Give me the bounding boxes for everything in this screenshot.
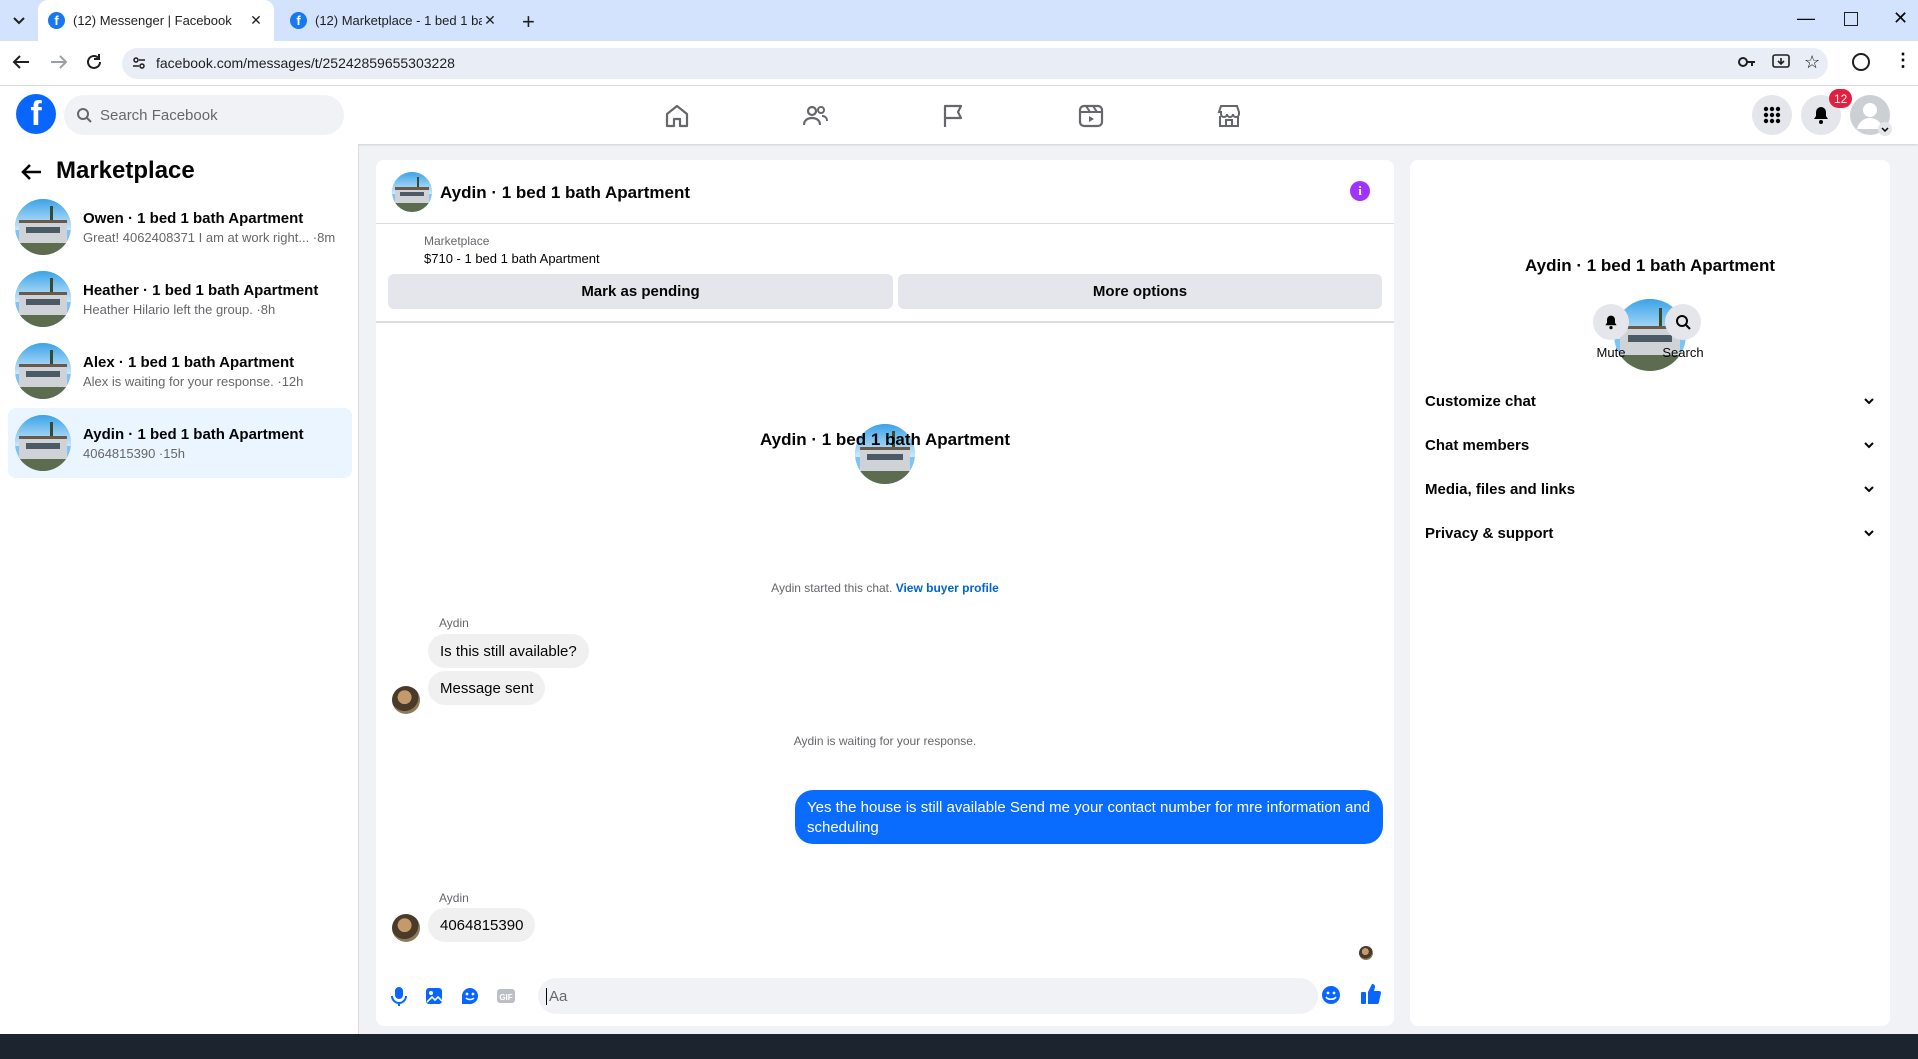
message-input[interactable]: Aa xyxy=(538,978,1318,1014)
search-label: Search xyxy=(1662,345,1704,360)
back-icon[interactable] xyxy=(12,54,30,70)
video-icon[interactable] xyxy=(1077,102,1105,130)
chat-listing-thumbnail[interactable] xyxy=(392,172,432,212)
listing-price[interactable]: $710 - 1 bed 1 bath Apartment xyxy=(424,251,600,266)
incoming-message[interactable]: 4064815390 xyxy=(428,908,536,942)
conversation-item-selected[interactable]: Aydin · 1 bed 1 bath Apartment 4064815390… xyxy=(8,408,352,478)
minimize-icon[interactable]: — xyxy=(1797,8,1815,29)
pages-flag-icon[interactable] xyxy=(939,102,967,130)
search-icon xyxy=(77,108,92,123)
browser-menu-icon[interactable]: ⋮ xyxy=(1894,50,1912,71)
emoji-icon[interactable] xyxy=(1320,984,1342,1006)
notification-badge: 12 xyxy=(1829,89,1853,108)
restore-icon[interactable] xyxy=(1844,12,1858,26)
conversation-item[interactable]: Heather · 1 bed 1 bath Apartment Heather … xyxy=(8,264,352,334)
listing-thumbnail xyxy=(15,199,71,255)
search-facebook-input[interactable]: Search Facebook xyxy=(64,95,344,135)
conversation-info-icon[interactable]: i xyxy=(1350,181,1370,201)
sticker-icon[interactable] xyxy=(459,985,481,1007)
conversation-item[interactable]: Alex · 1 bed 1 bath Apartment Alex is wai… xyxy=(8,336,352,406)
chat-members-section[interactable]: Chat members xyxy=(1425,427,1875,463)
media-files-links-section[interactable]: Media, files and links xyxy=(1425,471,1875,507)
menu-grid-button[interactable] xyxy=(1752,95,1792,135)
listing-thumbnail xyxy=(15,343,71,399)
sender-avatar[interactable] xyxy=(392,686,420,714)
photo-icon[interactable] xyxy=(423,985,445,1007)
sender-name: Aydin xyxy=(439,616,469,630)
like-thumbs-up-icon[interactable] xyxy=(1359,982,1383,1006)
mute-button[interactable] xyxy=(1593,304,1629,340)
forward-icon[interactable] xyxy=(50,54,68,70)
sender-name: Aydin xyxy=(439,891,469,905)
listing-thumbnail xyxy=(15,415,71,471)
svg-text:GIF: GIF xyxy=(499,993,512,1002)
mark-as-pending-button[interactable]: Mark as pending xyxy=(388,274,893,309)
reload-icon[interactable] xyxy=(85,53,103,71)
account-chevron-icon[interactable] xyxy=(1878,122,1892,136)
conversation-item[interactable]: Owen · 1 bed 1 bath Apartment Great! 4062… xyxy=(8,192,352,262)
back-arrow-icon[interactable] xyxy=(20,162,42,182)
read-receipt-avatar xyxy=(1359,946,1373,960)
microphone-icon[interactable] xyxy=(388,985,410,1007)
friends-icon[interactable] xyxy=(801,102,829,130)
incoming-message[interactable]: Message sent xyxy=(428,671,546,705)
close-tab-icon[interactable]: ✕ xyxy=(482,12,498,29)
site-info-icon[interactable] xyxy=(132,56,146,70)
facebook-logo[interactable]: f xyxy=(16,94,56,134)
outgoing-message[interactable]: Yes the house is still available Send me… xyxy=(795,790,1383,844)
listing-source: Marketplace xyxy=(424,234,490,248)
new-tab-icon[interactable]: + xyxy=(522,9,535,35)
customize-chat-section[interactable]: Customize chat xyxy=(1425,383,1875,419)
divider xyxy=(376,321,1394,323)
details-name: Aydin · 1 bed 1 bath Apartment xyxy=(1525,256,1775,275)
grid-icon xyxy=(1763,106,1781,124)
incoming-message[interactable]: Is this still available? xyxy=(428,634,589,668)
gif-icon[interactable]: GIF xyxy=(495,985,517,1007)
home-icon[interactable] xyxy=(663,102,691,130)
search-in-chat-button[interactable] xyxy=(1665,304,1701,340)
search-icon xyxy=(1676,315,1691,330)
tab-messenger[interactable]: f (12) Messenger | Facebook ✕ xyxy=(38,0,274,41)
facebook-favicon-icon: f xyxy=(48,12,65,29)
chevron-down-icon xyxy=(1864,442,1874,449)
waiting-notice: Aydin is waiting for your response. xyxy=(793,734,977,748)
facebook-favicon-icon: f xyxy=(290,12,307,29)
install-app-icon[interactable] xyxy=(1772,54,1790,70)
listing-thumbnail xyxy=(15,271,71,327)
tab-marketplace[interactable]: f (12) Marketplace - 1 bed 1 bath ✕ xyxy=(280,0,508,41)
close-window-icon[interactable]: ✕ xyxy=(1893,8,1908,29)
chat-title[interactable]: Aydin · 1 bed 1 bath Apartment xyxy=(440,183,690,203)
view-buyer-profile-link[interactable]: View buyer profile xyxy=(896,581,999,595)
password-key-icon[interactable] xyxy=(1738,55,1756,69)
mute-label: Mute xyxy=(1596,345,1626,360)
tab-search-chevron-icon[interactable] xyxy=(8,10,30,32)
bell-icon xyxy=(1814,107,1828,124)
sender-avatar[interactable] xyxy=(392,914,420,942)
url-text: facebook.com/messages/t/2524285965530322… xyxy=(156,55,455,71)
os-taskbar xyxy=(0,1034,1918,1059)
chevron-down-icon xyxy=(1864,398,1874,405)
sidebar-title: Marketplace xyxy=(56,157,195,184)
chat-started-notice: Aydin started this chat. View buyer prof… xyxy=(771,581,999,595)
bell-icon xyxy=(1605,315,1617,330)
chat-center-name: Aydin · 1 bed 1 bath Apartment xyxy=(760,430,1010,449)
bookmark-star-icon[interactable]: ☆ xyxy=(1804,52,1820,73)
chevron-down-icon xyxy=(1864,530,1874,537)
privacy-support-section[interactable]: Privacy & support xyxy=(1425,515,1875,551)
chevron-down-icon xyxy=(1864,486,1874,493)
chat-details-pane xyxy=(1410,160,1890,1026)
marketplace-icon[interactable] xyxy=(1215,102,1243,130)
profile-icon[interactable] xyxy=(1852,53,1870,71)
more-options-button[interactable]: More options xyxy=(898,274,1382,309)
close-tab-icon[interactable]: ✕ xyxy=(248,12,264,29)
